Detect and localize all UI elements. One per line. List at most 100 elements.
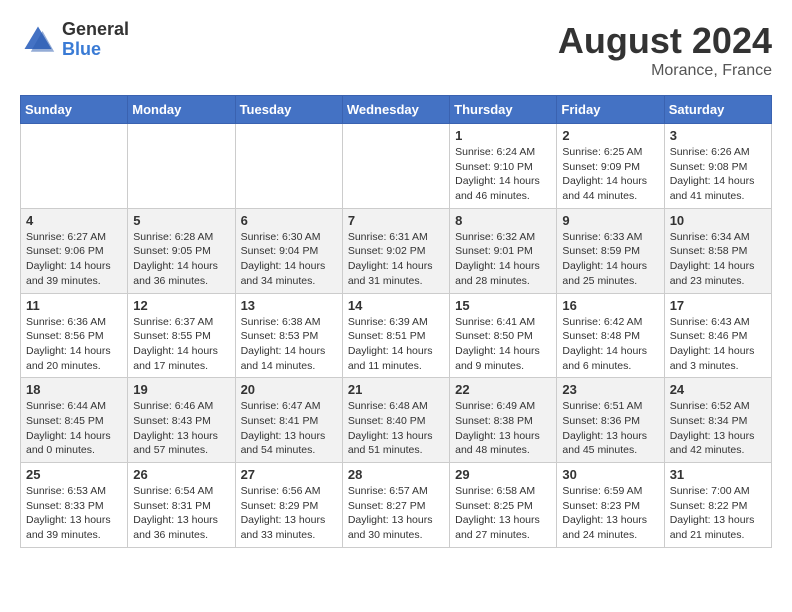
day-info: Sunrise: 6:30 AM Sunset: 9:04 PM Dayligh… <box>241 230 337 289</box>
day-info: Sunrise: 6:39 AM Sunset: 8:51 PM Dayligh… <box>348 315 444 374</box>
day-info: Sunrise: 6:33 AM Sunset: 8:59 PM Dayligh… <box>562 230 658 289</box>
day-info: Sunrise: 6:27 AM Sunset: 9:06 PM Dayligh… <box>26 230 122 289</box>
day-cell: 10 Sunrise: 6:34 AM Sunset: 8:58 PM Dayli… <box>664 208 771 293</box>
day-info: Sunrise: 6:46 AM Sunset: 8:43 PM Dayligh… <box>133 399 229 458</box>
day-info: Sunrise: 6:25 AM Sunset: 9:09 PM Dayligh… <box>562 145 658 204</box>
day-header-sunday: Sunday <box>21 96 128 124</box>
logo-text: General Blue <box>62 20 129 60</box>
day-cell: 7 Sunrise: 6:31 AM Sunset: 9:02 PM Daylig… <box>342 208 449 293</box>
day-cell: 15Sunrise: 6:41 AM Sunset: 8:50 PM Dayli… <box>450 293 557 378</box>
day-number: 7 <box>348 213 444 228</box>
day-cell: 11Sunrise: 6:36 AM Sunset: 8:56 PM Dayli… <box>21 293 128 378</box>
day-cell <box>128 124 235 209</box>
day-cell: 8Sunrise: 6:32 AM Sunset: 9:01 PM Daylig… <box>450 208 557 293</box>
day-cell: 21 Sunrise: 6:48 AM Sunset: 8:40 PM Dayli… <box>342 378 449 463</box>
day-info: Sunrise: 6:48 AM Sunset: 8:40 PM Dayligh… <box>348 399 444 458</box>
day-cell: 6Sunrise: 6:30 AM Sunset: 9:04 PM Daylig… <box>235 208 342 293</box>
day-number: 8 <box>455 213 551 228</box>
day-header-row: SundayMondayTuesdayWednesdayThursdayFrid… <box>21 96 772 124</box>
day-number: 23 <box>562 382 658 397</box>
day-number: 28 <box>348 467 444 482</box>
day-number: 18 <box>26 382 122 397</box>
week-row-2: 4 Sunrise: 6:27 AM Sunset: 9:06 PM Daylig… <box>21 208 772 293</box>
day-number: 20 <box>241 382 337 397</box>
day-cell: 5 Sunrise: 6:28 AM Sunset: 9:05 PM Daylig… <box>128 208 235 293</box>
calendar-table: SundayMondayTuesdayWednesdayThursdayFrid… <box>20 95 772 548</box>
day-info: Sunrise: 6:54 AM Sunset: 8:31 PM Dayligh… <box>133 484 229 543</box>
day-cell: 13 Sunrise: 6:38 AM Sunset: 8:53 PM Dayli… <box>235 293 342 378</box>
location: Morance, France <box>558 62 772 80</box>
day-number: 29 <box>455 467 551 482</box>
day-number: 17 <box>670 298 766 313</box>
day-info: Sunrise: 6:34 AM Sunset: 8:58 PM Dayligh… <box>670 230 766 289</box>
day-header-thursday: Thursday <box>450 96 557 124</box>
day-cell: 25Sunrise: 6:53 AM Sunset: 8:33 PM Dayli… <box>21 463 128 548</box>
day-cell: 2 Sunrise: 6:25 AM Sunset: 9:09 PM Daylig… <box>557 124 664 209</box>
day-cell: 16Sunrise: 6:42 AM Sunset: 8:48 PM Dayli… <box>557 293 664 378</box>
day-number: 27 <box>241 467 337 482</box>
week-row-4: 18 Sunrise: 6:44 AM Sunset: 8:45 PM Dayli… <box>21 378 772 463</box>
day-header-saturday: Saturday <box>664 96 771 124</box>
day-number: 15 <box>455 298 551 313</box>
day-info: Sunrise: 6:26 AM Sunset: 9:08 PM Dayligh… <box>670 145 766 204</box>
day-cell <box>342 124 449 209</box>
day-number: 13 <box>241 298 337 313</box>
day-info: Sunrise: 6:43 AM Sunset: 8:46 PM Dayligh… <box>670 315 766 374</box>
day-info: Sunrise: 6:49 AM Sunset: 8:38 PM Dayligh… <box>455 399 551 458</box>
day-cell: 23 Sunrise: 6:51 AM Sunset: 8:36 PM Dayli… <box>557 378 664 463</box>
day-number: 10 <box>670 213 766 228</box>
page-header: General Blue August 2024 Morance, France <box>20 20 772 80</box>
day-cell: 20 Sunrise: 6:47 AM Sunset: 8:41 PM Dayli… <box>235 378 342 463</box>
day-header-wednesday: Wednesday <box>342 96 449 124</box>
day-number: 30 <box>562 467 658 482</box>
day-number: 21 <box>348 382 444 397</box>
day-info: Sunrise: 6:52 AM Sunset: 8:34 PM Dayligh… <box>670 399 766 458</box>
day-number: 1 <box>455 128 551 143</box>
logo-blue: Blue <box>62 40 129 60</box>
day-info: Sunrise: 6:24 AM Sunset: 9:10 PM Dayligh… <box>455 145 551 204</box>
day-info: Sunrise: 6:47 AM Sunset: 8:41 PM Dayligh… <box>241 399 337 458</box>
logo-icon <box>20 22 56 58</box>
day-cell: 27Sunrise: 6:56 AM Sunset: 8:29 PM Dayli… <box>235 463 342 548</box>
day-cell: 30Sunrise: 6:59 AM Sunset: 8:23 PM Dayli… <box>557 463 664 548</box>
day-header-tuesday: Tuesday <box>235 96 342 124</box>
day-info: Sunrise: 6:31 AM Sunset: 9:02 PM Dayligh… <box>348 230 444 289</box>
day-info: Sunrise: 6:51 AM Sunset: 8:36 PM Dayligh… <box>562 399 658 458</box>
day-info: Sunrise: 6:57 AM Sunset: 8:27 PM Dayligh… <box>348 484 444 543</box>
day-number: 5 <box>133 213 229 228</box>
day-cell: 22 Sunrise: 6:49 AM Sunset: 8:38 PM Dayli… <box>450 378 557 463</box>
day-info: Sunrise: 7:00 AM Sunset: 8:22 PM Dayligh… <box>670 484 766 543</box>
day-number: 24 <box>670 382 766 397</box>
week-row-1: 1 Sunrise: 6:24 AM Sunset: 9:10 PM Daylig… <box>21 124 772 209</box>
day-number: 2 <box>562 128 658 143</box>
day-info: Sunrise: 6:42 AM Sunset: 8:48 PM Dayligh… <box>562 315 658 374</box>
day-info: Sunrise: 6:44 AM Sunset: 8:45 PM Dayligh… <box>26 399 122 458</box>
day-cell <box>21 124 128 209</box>
day-cell: 9 Sunrise: 6:33 AM Sunset: 8:59 PM Daylig… <box>557 208 664 293</box>
day-cell: 12Sunrise: 6:37 AM Sunset: 8:55 PM Dayli… <box>128 293 235 378</box>
day-number: 22 <box>455 382 551 397</box>
day-header-friday: Friday <box>557 96 664 124</box>
day-cell: 17 Sunrise: 6:43 AM Sunset: 8:46 PM Dayli… <box>664 293 771 378</box>
day-number: 26 <box>133 467 229 482</box>
day-cell: 1 Sunrise: 6:24 AM Sunset: 9:10 PM Daylig… <box>450 124 557 209</box>
day-number: 4 <box>26 213 122 228</box>
day-info: Sunrise: 6:38 AM Sunset: 8:53 PM Dayligh… <box>241 315 337 374</box>
day-cell: 18 Sunrise: 6:44 AM Sunset: 8:45 PM Dayli… <box>21 378 128 463</box>
day-cell: 29 Sunrise: 6:58 AM Sunset: 8:25 PM Dayli… <box>450 463 557 548</box>
day-info: Sunrise: 6:28 AM Sunset: 9:05 PM Dayligh… <box>133 230 229 289</box>
day-info: Sunrise: 6:53 AM Sunset: 8:33 PM Dayligh… <box>26 484 122 543</box>
day-info: Sunrise: 6:36 AM Sunset: 8:56 PM Dayligh… <box>26 315 122 374</box>
day-cell: 4 Sunrise: 6:27 AM Sunset: 9:06 PM Daylig… <box>21 208 128 293</box>
month-year: August 2024 <box>558 20 772 62</box>
day-number: 9 <box>562 213 658 228</box>
day-number: 12 <box>133 298 229 313</box>
day-info: Sunrise: 6:58 AM Sunset: 8:25 PM Dayligh… <box>455 484 551 543</box>
week-row-5: 25Sunrise: 6:53 AM Sunset: 8:33 PM Dayli… <box>21 463 772 548</box>
title-block: August 2024 Morance, France <box>558 20 772 80</box>
day-cell <box>235 124 342 209</box>
day-number: 3 <box>670 128 766 143</box>
logo: General Blue <box>20 20 129 60</box>
day-cell: 24 Sunrise: 6:52 AM Sunset: 8:34 PM Dayli… <box>664 378 771 463</box>
logo-general: General <box>62 20 129 40</box>
